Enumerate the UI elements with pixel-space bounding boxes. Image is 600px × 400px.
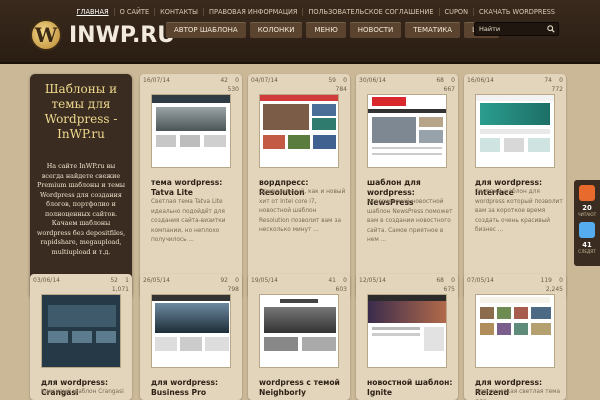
- tab-author[interactable]: АВТОР ШАБЛОНА: [166, 22, 246, 38]
- theme-card[interactable]: 16/06/14 74 0 772 для wordpress: Interfa…: [464, 74, 566, 298]
- feedburner-icon[interactable]: [579, 185, 595, 201]
- card-title[interactable]: тема wordpress: Tatva Lite: [151, 178, 239, 198]
- card-thumbnail[interactable]: [41, 294, 121, 368]
- card-title[interactable]: wordpress с темой Neighborly: [259, 378, 347, 398]
- card-date: 04/07/14: [251, 77, 278, 84]
- card-date: 19/05/14: [251, 277, 278, 284]
- card-date: 03/06/14: [33, 277, 60, 284]
- top-link-legal[interactable]: ПРАВОВАЯ ИНФОРМАЦИЯ: [203, 8, 302, 16]
- top-link-cupon[interactable]: CUPON: [438, 8, 474, 16]
- top-link-about[interactable]: О САЙТЕ: [113, 8, 155, 16]
- card-comments: 0: [559, 77, 563, 84]
- card-thumbnail[interactable]: [151, 94, 231, 168]
- card-downloads: 772: [551, 86, 563, 93]
- card-downloads: 675: [443, 286, 455, 293]
- tab-topics[interactable]: ТЕМАТИКА: [405, 22, 461, 38]
- card-downloads: 798: [227, 286, 239, 293]
- card-views: 59: [328, 77, 336, 84]
- card-downloads: 784: [335, 86, 347, 93]
- theme-card[interactable]: 12/05/14 68 0 675 новостной шаблон: Igni…: [356, 274, 458, 400]
- site-header: W INWP.RU ГЛАВНАЯ О САЙТЕ КОНТАКТЫ ПРАВО…: [0, 0, 600, 64]
- card-views: 52: [110, 277, 118, 284]
- top-link-download[interactable]: СКАЧАТЬ WORDPRESS: [473, 8, 560, 16]
- card-date: 12/05/14: [359, 277, 386, 284]
- card-comments: 0: [559, 277, 563, 284]
- theme-card[interactable]: 19/05/14 41 0 603 wordpress с темой Neig…: [248, 274, 350, 400]
- card-views: 41: [328, 277, 336, 284]
- card-views: 119: [540, 277, 552, 284]
- card-downloads: 530: [227, 86, 239, 93]
- card-description: Красивый шаблон Crangasi: [41, 389, 124, 395]
- card-views: 74: [544, 77, 552, 84]
- followers-count: 41: [582, 241, 592, 249]
- card-thumbnail[interactable]: [367, 94, 447, 168]
- site-logo[interactable]: W INWP.RU: [30, 17, 175, 53]
- card-comments: 0: [235, 77, 239, 84]
- tab-menu[interactable]: МЕНЮ: [306, 22, 346, 38]
- card-date: 30/06/14: [359, 77, 386, 84]
- top-link-home[interactable]: ГЛАВНАЯ: [72, 8, 114, 16]
- card-comments: 0: [343, 77, 347, 84]
- theme-card[interactable]: 30/06/14 68 0 667 шаблон для wordpress: …: [356, 74, 458, 298]
- card-comments: 0: [235, 277, 239, 284]
- card-description: Светлый шаблон для wordpress который поз…: [475, 189, 563, 234]
- card-description: Светлая тема Tatva Lite идеально подойдё…: [151, 199, 226, 244]
- card-date: 07/05/14: [467, 277, 494, 284]
- card-downloads: 1,071: [111, 286, 129, 293]
- card-comments: 0: [451, 277, 455, 284]
- top-link-contacts[interactable]: КОНТАКТЫ: [154, 8, 203, 16]
- search-placeholder: Найти: [479, 25, 501, 33]
- card-views: 68: [436, 277, 444, 284]
- promo-box: Шаблоны и темы для Wordpress - InWP.ru Н…: [30, 74, 132, 298]
- card-date: 16/07/14: [143, 77, 170, 84]
- card-description: Классический новостной шаблон NewsPress …: [367, 199, 453, 244]
- theme-card[interactable]: 03/06/14 52 1 1,071 для wordpress: Crang…: [30, 274, 132, 400]
- card-thumbnail[interactable]: [367, 294, 447, 368]
- card-thumbnail[interactable]: [259, 294, 339, 368]
- promo-text: На сайте InWP.ru вы всегда найдете свежи…: [36, 162, 126, 256]
- card-description: Классическая светлая тема для: [475, 389, 561, 400]
- card-title[interactable]: для wordpress: Business Pro: [151, 378, 239, 398]
- search-input[interactable]: Найти: [474, 22, 559, 36]
- card-views: 92: [220, 277, 228, 284]
- logo-text: INWP.RU: [69, 22, 176, 48]
- card-thumbnail[interactable]: [475, 94, 555, 168]
- card-comments: 0: [451, 77, 455, 84]
- card-downloads: 667: [443, 86, 455, 93]
- tab-columns[interactable]: КОЛОНКИ: [249, 22, 303, 38]
- wordpress-logo-icon: W: [30, 19, 62, 51]
- main-navigation: АВТОР ШАБЛОНА КОЛОНКИ МЕНЮ НОВОСТИ ТЕМАТ…: [166, 22, 500, 38]
- top-link-agreement[interactable]: ПОЛЬЗОВАТЕЛЬСКОЕ СОГЛАШЕНИЕ: [302, 8, 438, 16]
- card-downloads: 603: [335, 286, 347, 293]
- card-description: Оригинальный, как и новый хит от Intel c…: [259, 189, 346, 234]
- search-icon[interactable]: [547, 25, 555, 33]
- card-views: 68: [436, 77, 444, 84]
- twitter-icon[interactable]: [579, 222, 595, 238]
- readers-count: 20: [582, 204, 592, 212]
- card-date: 16/06/14: [467, 77, 494, 84]
- top-navigation: ГЛАВНАЯ О САЙТЕ КОНТАКТЫ ПРАВОВАЯ ИНФОРМ…: [72, 8, 561, 16]
- social-counter-widget: 20 ЧИТАЮТ 41 СЛЕДЯТ: [574, 180, 600, 266]
- theme-card[interactable]: 07/05/14 119 0 2,245 для wordpress: Reiz…: [464, 274, 566, 400]
- promo-title: Шаблоны и темы для Wordpress - InWP.ru: [44, 82, 118, 141]
- card-downloads: 2,245: [545, 286, 563, 293]
- card-comments: 1: [125, 277, 129, 284]
- theme-card[interactable]: 26/05/14 92 0 798 для wordpress: Busines…: [140, 274, 242, 400]
- readers-label: ЧИТАЮТ: [577, 212, 597, 217]
- card-title[interactable]: новостной шаблон: Ignite: [367, 378, 455, 398]
- card-date: 26/05/14: [143, 277, 170, 284]
- card-views: 42: [220, 77, 228, 84]
- card-thumbnail[interactable]: [259, 94, 339, 168]
- card-thumbnail[interactable]: [151, 294, 231, 368]
- theme-card[interactable]: 16/07/14 42 0 530 тема wordpress: Tatva …: [140, 74, 242, 298]
- tab-news[interactable]: НОВОСТИ: [349, 22, 402, 38]
- followers-label: СЛЕДЯТ: [578, 249, 596, 254]
- card-thumbnail[interactable]: [475, 294, 555, 368]
- card-comments: 0: [343, 277, 347, 284]
- theme-card[interactable]: 04/07/14 59 0 784 вордпресс: Resolution …: [248, 74, 350, 298]
